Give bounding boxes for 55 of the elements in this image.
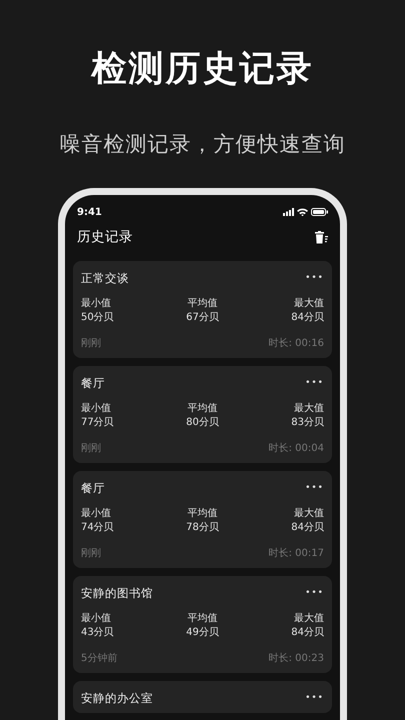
record-duration: 时长: 00:04 — [268, 442, 324, 456]
stat-label: 平均值 — [188, 507, 218, 521]
more-button[interactable]: ••• — [305, 270, 324, 286]
stat-label: 最小值 — [81, 507, 111, 521]
more-button[interactable]: ••• — [305, 480, 324, 496]
more-button[interactable]: ••• — [305, 375, 324, 391]
record-card[interactable]: 餐厅 ••• 最小值 77分贝 平均值 80分贝 最大值 83分贝 刚刚 时长: 00:04 — [73, 366, 332, 463]
stat-label: 最大值 — [294, 612, 324, 626]
record-time: 5分钟前 — [81, 652, 118, 666]
record-time: 刚刚 — [81, 337, 101, 351]
record-title: 安静的图书馆 — [81, 585, 153, 601]
record-time: 刚刚 — [81, 547, 101, 561]
stat-label: 平均值 — [188, 612, 218, 626]
trash-icon[interactable] — [315, 230, 328, 244]
stat-value: 67分贝 — [186, 311, 219, 325]
more-button[interactable]: ••• — [305, 585, 324, 601]
stat-value: 83分贝 — [291, 416, 324, 430]
stat-value: 50分贝 — [81, 311, 114, 325]
stat-label: 最小值 — [81, 297, 111, 311]
status-time: 9:41 — [77, 206, 102, 218]
record-duration: 时长: 00:23 — [268, 652, 324, 666]
record-time: 刚刚 — [81, 442, 101, 456]
stat-value: 49分贝 — [186, 626, 219, 640]
record-card[interactable]: 正常交谈 ••• 最小值 50分贝 平均值 67分贝 最大值 84分贝 刚刚 时长: 00:16 — [73, 261, 332, 358]
record-title: 正常交谈 — [81, 270, 129, 286]
subtitle: 噪音检测记录，方便快速查询 — [60, 131, 346, 158]
page-title: 历史记录 — [77, 228, 133, 246]
stat-value: 84分贝 — [291, 311, 324, 325]
stat-value: 84分贝 — [291, 521, 324, 535]
record-duration: 时长: 00:17 — [268, 547, 324, 561]
stat-label: 平均值 — [188, 402, 218, 416]
battery-icon — [311, 208, 328, 216]
record-card[interactable]: 安静的办公室 ••• — [73, 681, 332, 713]
more-button[interactable]: ••• — [305, 690, 324, 706]
record-card[interactable]: 安静的图书馆 ••• 最小值 43分贝 平均值 49分贝 最大值 84分贝 5分钟前 时长: 00:23 — [73, 576, 332, 673]
record-title: 餐厅 — [81, 480, 105, 496]
wifi-icon — [297, 208, 308, 216]
stat-label: 最大值 — [294, 402, 324, 416]
stat-label: 最小值 — [81, 402, 111, 416]
stat-value: 74分贝 — [81, 521, 114, 535]
stat-value: 78分贝 — [186, 521, 219, 535]
stat-value: 77分贝 — [81, 416, 114, 430]
stat-label: 平均值 — [188, 297, 218, 311]
stat-label: 最小值 — [81, 612, 111, 626]
stat-value: 84分贝 — [291, 626, 324, 640]
record-duration: 时长: 00:16 — [268, 337, 324, 351]
record-card[interactable]: 餐厅 ••• 最小值 74分贝 平均值 78分贝 最大值 84分贝 刚刚 时长: 00:17 — [73, 471, 332, 568]
record-title: 餐厅 — [81, 375, 105, 391]
record-title: 安静的办公室 — [81, 690, 153, 706]
stat-label: 最大值 — [294, 507, 324, 521]
stat-label: 最大值 — [294, 297, 324, 311]
signal-icon — [283, 208, 294, 216]
headline: 检测历史记录 — [92, 48, 314, 91]
stat-value: 80分贝 — [186, 416, 219, 430]
stat-value: 43分贝 — [81, 626, 114, 640]
